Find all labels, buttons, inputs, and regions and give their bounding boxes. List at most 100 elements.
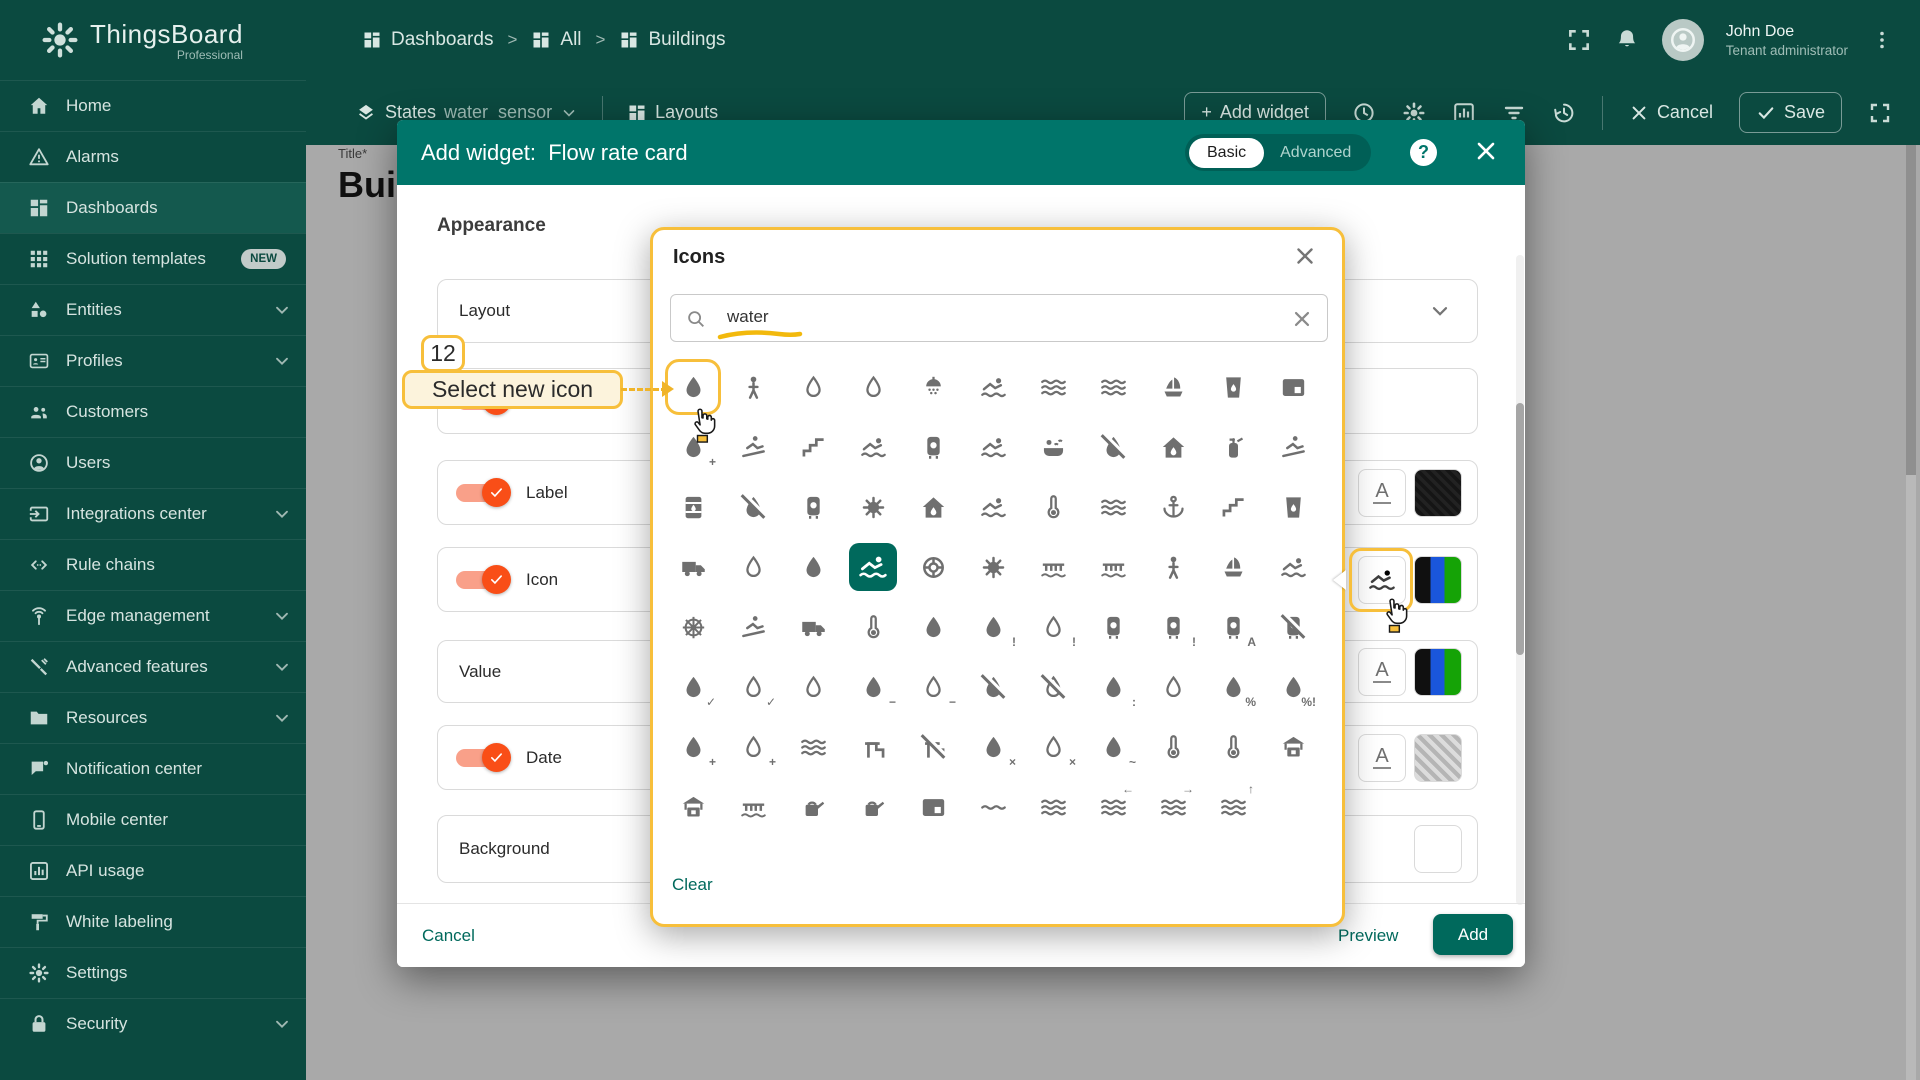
icon-water-thermometer-outline[interactable]: [1211, 725, 1255, 769]
icon-water-oval[interactable]: [791, 665, 835, 709]
icon-hand-wash[interactable]: [791, 545, 835, 589]
date-font-button[interactable]: A: [1358, 733, 1406, 782]
breadcrumb-item-dashboards[interactable]: Dashboards: [362, 29, 493, 51]
icon-thermometer-water[interactable]: [851, 605, 895, 649]
icon-water-ec[interactable]: :: [1091, 665, 1136, 709]
icon-tsunami[interactable]: [971, 485, 1015, 529]
icon-melon-slice[interactable]: [731, 545, 775, 589]
icon-hot-tub[interactable]: [1031, 425, 1075, 469]
icon-restroom[interactable]: [731, 365, 775, 409]
icon-pool-swim[interactable]: [971, 365, 1015, 409]
icon-waves[interactable]: [1031, 785, 1075, 829]
date-toggle[interactable]: [456, 742, 511, 772]
notifications-bell-icon[interactable]: [1614, 27, 1640, 53]
modal-close-icon[interactable]: [1473, 138, 1499, 164]
icon-watering-can-outline[interactable]: [851, 785, 895, 829]
tab-basic[interactable]: Basic: [1189, 137, 1265, 168]
icon-toggle[interactable]: [456, 564, 511, 594]
icon-water-outline[interactable]: [1151, 665, 1195, 709]
avatar[interactable]: [1661, 19, 1704, 61]
value-font-button[interactable]: A: [1358, 647, 1406, 696]
fullscreen-icon[interactable]: [1868, 101, 1892, 125]
sidebar-item-solution-templates[interactable]: Solution templates NEW: [0, 233, 306, 284]
page-scrollbar[interactable]: [1906, 145, 1916, 1080]
icon-water-chart[interactable]: [791, 425, 835, 469]
icon-water-heater-off[interactable]: [1271, 605, 1315, 649]
icon-coronavirus[interactable]: [971, 545, 1015, 589]
icon-waves-arrow-up[interactable]: ↑: [1211, 782, 1255, 829]
cancel-button[interactable]: Cancel: [422, 926, 475, 946]
icon-water-minus-outline[interactable]: −: [911, 665, 956, 709]
icon-pool[interactable]: [849, 543, 897, 591]
icon-blind-walk[interactable]: [1151, 545, 1195, 589]
sidebar-item-entities[interactable]: Entities: [0, 284, 306, 335]
icon-sailing-regatta[interactable]: [1211, 545, 1255, 589]
add-button[interactable]: Add: [1433, 914, 1513, 955]
sidebar-item-resources[interactable]: Resources: [0, 692, 306, 743]
icon-water-bottle[interactable]: [791, 485, 835, 529]
layout-select-chevron[interactable]: [1428, 299, 1452, 323]
icon-ship-helm[interactable]: [671, 605, 715, 649]
icon-waterfall[interactable]: [731, 785, 775, 829]
clear-icon-button[interactable]: Clear: [672, 875, 713, 895]
save-dashboard-button[interactable]: Save: [1738, 92, 1842, 133]
icon-water-waves[interactable]: [1031, 365, 1075, 409]
icon-waves-arrow-left[interactable]: ←: [1091, 782, 1135, 829]
tab-advanced[interactable]: Advanced: [1264, 138, 1367, 168]
icon-water-percent[interactable]: %: [1211, 665, 1256, 709]
icon-water-plus-outline[interactable]: +: [731, 725, 776, 769]
label-font-button[interactable]: A: [1358, 468, 1406, 517]
breadcrumb-item-all[interactable]: All: [531, 29, 582, 51]
icon-water-glass[interactable]: [1211, 365, 1255, 409]
icon-storm[interactable]: [851, 485, 895, 529]
preview-button[interactable]: Preview: [1338, 926, 1398, 946]
icon-sailing[interactable]: [1151, 365, 1195, 409]
modal-scrollbar[interactable]: [1516, 255, 1524, 905]
label-toggle[interactable]: [456, 477, 511, 507]
icon-watermark[interactable]: [911, 785, 955, 829]
icon-format-color-reset[interactable]: [731, 485, 775, 529]
icon-lifebuoy-support[interactable]: [911, 545, 955, 589]
value-color-swatch[interactable]: [1414, 647, 1462, 696]
icon-water-damage[interactable]: [1151, 425, 1195, 469]
icon-water-alert[interactable]: !: [971, 605, 1016, 649]
icon-opacity-drop[interactable]: [791, 365, 835, 409]
icon-air-waves[interactable]: [1091, 485, 1135, 529]
sidebar-item-rule-chains[interactable]: Rule chains: [0, 539, 306, 590]
icon-water-remove-outline[interactable]: ×: [1031, 725, 1076, 769]
icon-water-well-outline[interactable]: [671, 785, 715, 829]
icon-crane-water[interactable]: [1091, 545, 1135, 589]
background-color-swatch[interactable]: [1414, 825, 1462, 873]
sidebar-item-api-usage[interactable]: API usage: [0, 845, 306, 896]
icon-surf-flag[interactable]: [1271, 545, 1315, 589]
clear-search-icon[interactable]: [1291, 308, 1313, 330]
icon-water-minus[interactable]: −: [851, 665, 896, 709]
icon-waves-arrow-right[interactable]: →: [1151, 782, 1195, 829]
icon-drop-half[interactable]: [851, 365, 895, 409]
sidebar-item-alarms[interactable]: Alarms: [0, 131, 306, 182]
icon-color-swatch[interactable]: [1414, 555, 1462, 604]
icon-ferry[interactable]: [671, 545, 715, 589]
sidebar-item-security[interactable]: Security: [0, 998, 306, 1049]
sidebar-item-integrations-center[interactable]: Integrations center: [0, 488, 306, 539]
icon-anchor[interactable]: [1151, 485, 1195, 529]
help-button[interactable]: ?: [1410, 139, 1437, 166]
cancel-dashboard-button[interactable]: Cancel: [1629, 102, 1713, 123]
icon-wave-single[interactable]: [971, 785, 1015, 829]
icon-water-pump[interactable]: [851, 725, 895, 769]
icon-nordic-walking[interactable]: [731, 425, 775, 469]
version-history-icon[interactable]: [1552, 101, 1576, 125]
user-info[interactable]: John Doe Tenant administrator: [1726, 23, 1848, 58]
icon-water-percent-alert[interactable]: %!: [1271, 665, 1316, 709]
icon-branding-watermark[interactable]: [1271, 365, 1315, 409]
icon-kayaking[interactable]: [971, 425, 1015, 469]
icon-water-drop-filled[interactable]: [911, 605, 955, 649]
icon-water-glass-drop[interactable]: [1271, 485, 1315, 529]
icon-humidity-sensor[interactable]: [1031, 485, 1075, 529]
icon-search-input[interactable]: water: [670, 294, 1328, 342]
sidebar-item-white-labeling[interactable]: White labeling: [0, 896, 306, 947]
icon-water-thermometer[interactable]: [1151, 725, 1195, 769]
breadcrumb-item-buildings[interactable]: Buildings: [619, 29, 726, 51]
icon-water-off-outline[interactable]: [1031, 665, 1075, 709]
icon-water-alert-outline[interactable]: !: [1031, 605, 1076, 649]
